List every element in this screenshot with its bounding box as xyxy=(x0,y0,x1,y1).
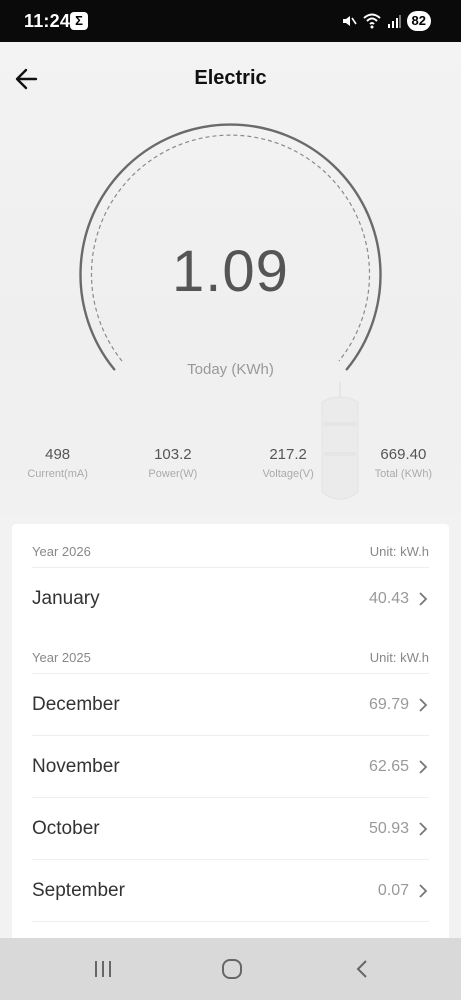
back-chevron-icon xyxy=(356,960,367,978)
stat-value: 498 xyxy=(45,446,71,463)
year-label: Year 2025 xyxy=(32,650,91,665)
stats-row: 498 Current(mA) 103.2 Power(W) 217.2 Vol… xyxy=(0,444,461,480)
month-row-january[interactable]: January 40.43 xyxy=(32,568,429,630)
nav-back-button[interactable] xyxy=(342,952,382,986)
stat-label: Voltage(V) xyxy=(262,468,314,480)
month-value: 40.43 xyxy=(368,590,409,607)
stat-value: 669.40 xyxy=(380,446,427,463)
energy-overview: Electric 1.09 Today (KWh) 498 Current(mA… xyxy=(0,42,461,514)
unit-label: Unit: kW.h xyxy=(369,650,429,665)
month-value: 50.93 xyxy=(368,820,409,837)
stat-voltage: 217.2 Voltage(V) xyxy=(231,444,346,480)
battery-indicator: 82 xyxy=(406,11,431,31)
year-label: Year 2026 xyxy=(32,544,91,559)
recents-icon xyxy=(95,961,111,977)
status-bar: 11:24 Σ 82 xyxy=(0,0,461,42)
month-row-october[interactable]: October 50.93 xyxy=(32,798,429,860)
stat-current: 498 Current(mA) xyxy=(0,444,115,480)
month-name: September xyxy=(32,880,125,901)
month-value: 62.65 xyxy=(368,758,409,775)
signal-icon xyxy=(387,15,401,28)
chevron-right-icon xyxy=(419,884,428,898)
month-value: 69.79 xyxy=(368,696,409,713)
month-row-december[interactable]: December 69.79 xyxy=(32,674,429,736)
monthly-history-card: Year 2026 Unit: kW.h January 40.43 Year … xyxy=(12,524,449,1000)
stat-label: Power(W) xyxy=(148,468,198,480)
month-name: October xyxy=(32,818,100,839)
chevron-right-icon xyxy=(419,822,428,836)
stat-label: Total (KWh) xyxy=(374,468,433,480)
month-value: 0.07 xyxy=(377,882,409,899)
page-title: Electric xyxy=(194,67,267,89)
home-button[interactable] xyxy=(212,952,252,986)
status-time: 11:24 xyxy=(24,11,71,31)
mute-icon xyxy=(342,16,357,26)
app-header: Electric xyxy=(0,42,461,116)
stat-value: 217.2 xyxy=(269,446,307,463)
stat-label: Current(mA) xyxy=(27,468,88,480)
stat-total: 669.40 Total (KWh) xyxy=(346,444,461,480)
month-row-september[interactable]: September 0.07 xyxy=(32,860,429,922)
month-name: November xyxy=(32,756,120,777)
system-nav-bar xyxy=(0,938,461,1000)
unit-label: Unit: kW.h xyxy=(369,544,429,559)
wifi-icon xyxy=(362,13,381,29)
stat-value: 103.2 xyxy=(154,446,192,463)
app-notification-icon: Σ xyxy=(70,12,88,30)
year-header-2026: Year 2026 Unit: kW.h xyxy=(32,524,429,568)
today-energy-label: Today (KWh) xyxy=(187,361,274,378)
chevron-right-icon xyxy=(419,760,428,774)
status-icons: 82 xyxy=(341,10,431,32)
recents-button[interactable] xyxy=(83,952,123,986)
chevron-right-icon xyxy=(419,698,428,712)
today-energy-value: 1.09 xyxy=(172,239,289,304)
month-name: December xyxy=(32,694,120,715)
chevron-right-icon xyxy=(419,592,428,606)
month-row-november[interactable]: November 62.65 xyxy=(32,736,429,798)
year-header-2025: Year 2025 Unit: kW.h xyxy=(32,630,429,674)
stat-power: 103.2 Power(W) xyxy=(115,444,230,480)
home-icon xyxy=(222,959,242,979)
month-name: January xyxy=(32,588,100,609)
